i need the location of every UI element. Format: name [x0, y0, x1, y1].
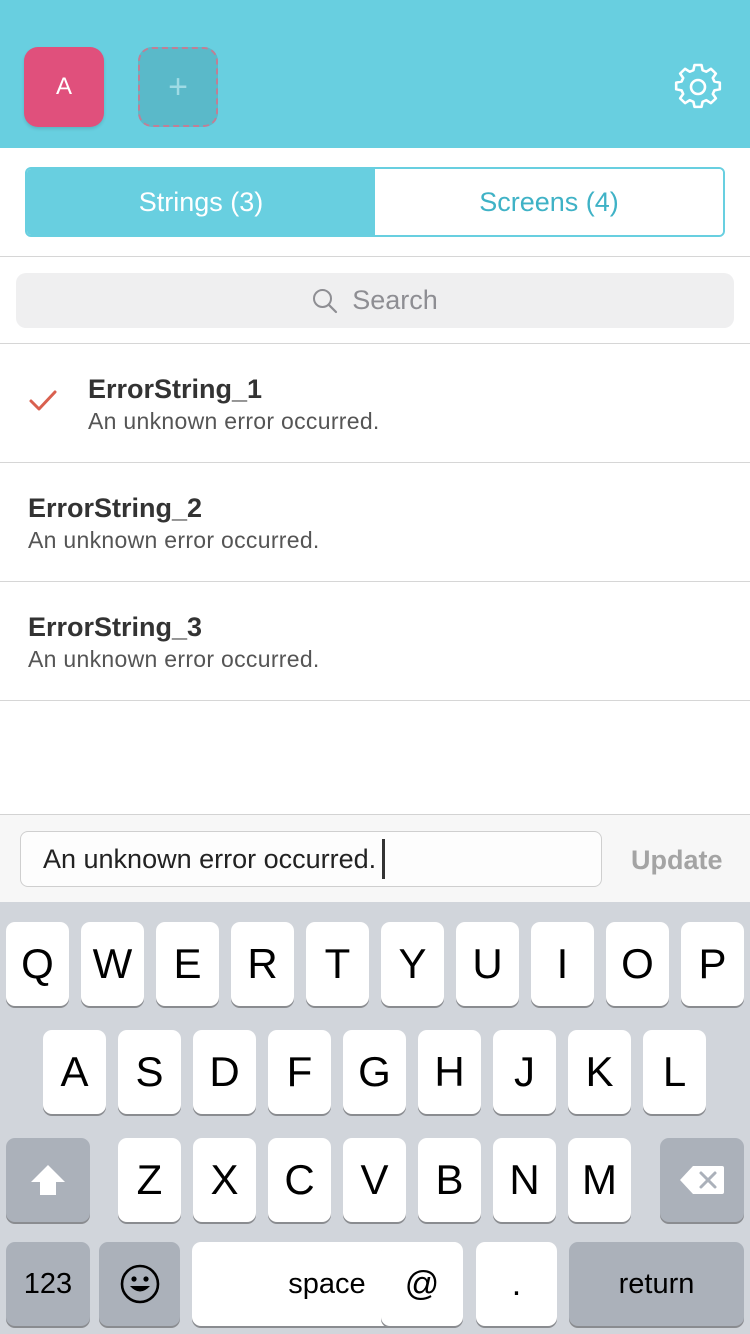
key-v[interactable]: V — [343, 1138, 406, 1222]
emoji-icon — [120, 1264, 159, 1304]
string-value: An unknown error occurred. — [28, 527, 320, 553]
key-g[interactable]: G — [343, 1030, 406, 1114]
key-j[interactable]: J — [493, 1030, 556, 1114]
key-z[interactable]: Z — [118, 1138, 181, 1222]
string-value-input[interactable]: An unknown error occurred. — [20, 831, 602, 887]
emoji-key[interactable] — [99, 1242, 180, 1326]
key-u[interactable]: U — [456, 922, 519, 1006]
divider — [0, 256, 750, 257]
string-name: ErrorString_2 — [28, 493, 203, 523]
return-key[interactable]: return — [569, 1242, 744, 1326]
key-k[interactable]: K — [568, 1030, 631, 1114]
update-button[interactable]: Update — [631, 845, 723, 876]
key-w[interactable]: W — [81, 922, 144, 1006]
at-key[interactable]: @ — [381, 1242, 463, 1326]
add-project-button[interactable]: + — [138, 47, 218, 127]
avatar-letter: A — [55, 73, 72, 100]
key-f[interactable]: F — [268, 1030, 331, 1114]
key-h[interactable]: H — [418, 1030, 481, 1114]
key-c[interactable]: C — [268, 1138, 331, 1222]
edit-bar: An unknown error occurred. Update — [0, 814, 750, 902]
key-y[interactable]: Y — [381, 922, 444, 1006]
search-input[interactable]: Search — [16, 273, 734, 328]
keyboard: Q W E R T Y U I O P A S D F G H J K L Z … — [0, 902, 750, 1334]
key-o[interactable]: O — [606, 922, 669, 1006]
key-d[interactable]: D — [193, 1030, 256, 1114]
key-l[interactable]: L — [643, 1030, 706, 1114]
key-b[interactable]: B — [418, 1138, 481, 1222]
string-name: ErrorString_1 — [88, 374, 263, 404]
search-icon — [313, 288, 338, 313]
header-bar: A + — [0, 0, 750, 148]
string-value: An unknown error occurred. — [88, 408, 380, 434]
string-name: ErrorString_3 — [28, 612, 203, 642]
key-q[interactable]: Q — [6, 922, 69, 1006]
key-x[interactable]: X — [193, 1138, 256, 1222]
numbers-key[interactable]: 123 — [6, 1242, 90, 1326]
key-p[interactable]: P — [681, 922, 744, 1006]
key-a[interactable]: A — [43, 1030, 106, 1114]
key-r[interactable]: R — [231, 922, 294, 1006]
backspace-icon — [680, 1166, 724, 1194]
key-n[interactable]: N — [493, 1138, 556, 1222]
tab-screens[interactable]: Screens (4) — [375, 169, 723, 235]
string-value: An unknown error occurred. — [28, 646, 320, 672]
plus-icon: + — [168, 67, 188, 106]
project-avatar[interactable]: A — [24, 47, 104, 127]
shift-key[interactable] — [6, 1138, 90, 1222]
tab-strings[interactable]: Strings (3) — [27, 169, 375, 235]
input-text: An unknown error occurred. — [43, 843, 377, 874]
string-row-1[interactable]: ErrorString_1 An unknown error occurred. — [0, 344, 750, 463]
key-e[interactable]: E — [156, 922, 219, 1006]
string-row-3[interactable]: ErrorString_3 An unknown error occurred. — [0, 582, 750, 701]
string-row-2[interactable]: ErrorString_2 An unknown error occurred. — [0, 463, 750, 582]
search-placeholder: Search — [352, 285, 438, 315]
delete-key[interactable] — [660, 1138, 744, 1222]
text-caret — [382, 839, 386, 879]
key-m[interactable]: M — [568, 1138, 631, 1222]
shift-icon — [31, 1165, 65, 1195]
key-i[interactable]: I — [531, 922, 594, 1006]
key-s[interactable]: S — [118, 1030, 181, 1114]
gear-icon[interactable] — [674, 63, 722, 111]
key-t[interactable]: T — [306, 922, 369, 1006]
segmented-control: Strings (3) Screens (4) — [25, 167, 725, 237]
period-key[interactable]: . — [476, 1242, 557, 1326]
checkmark-icon — [29, 390, 57, 411]
